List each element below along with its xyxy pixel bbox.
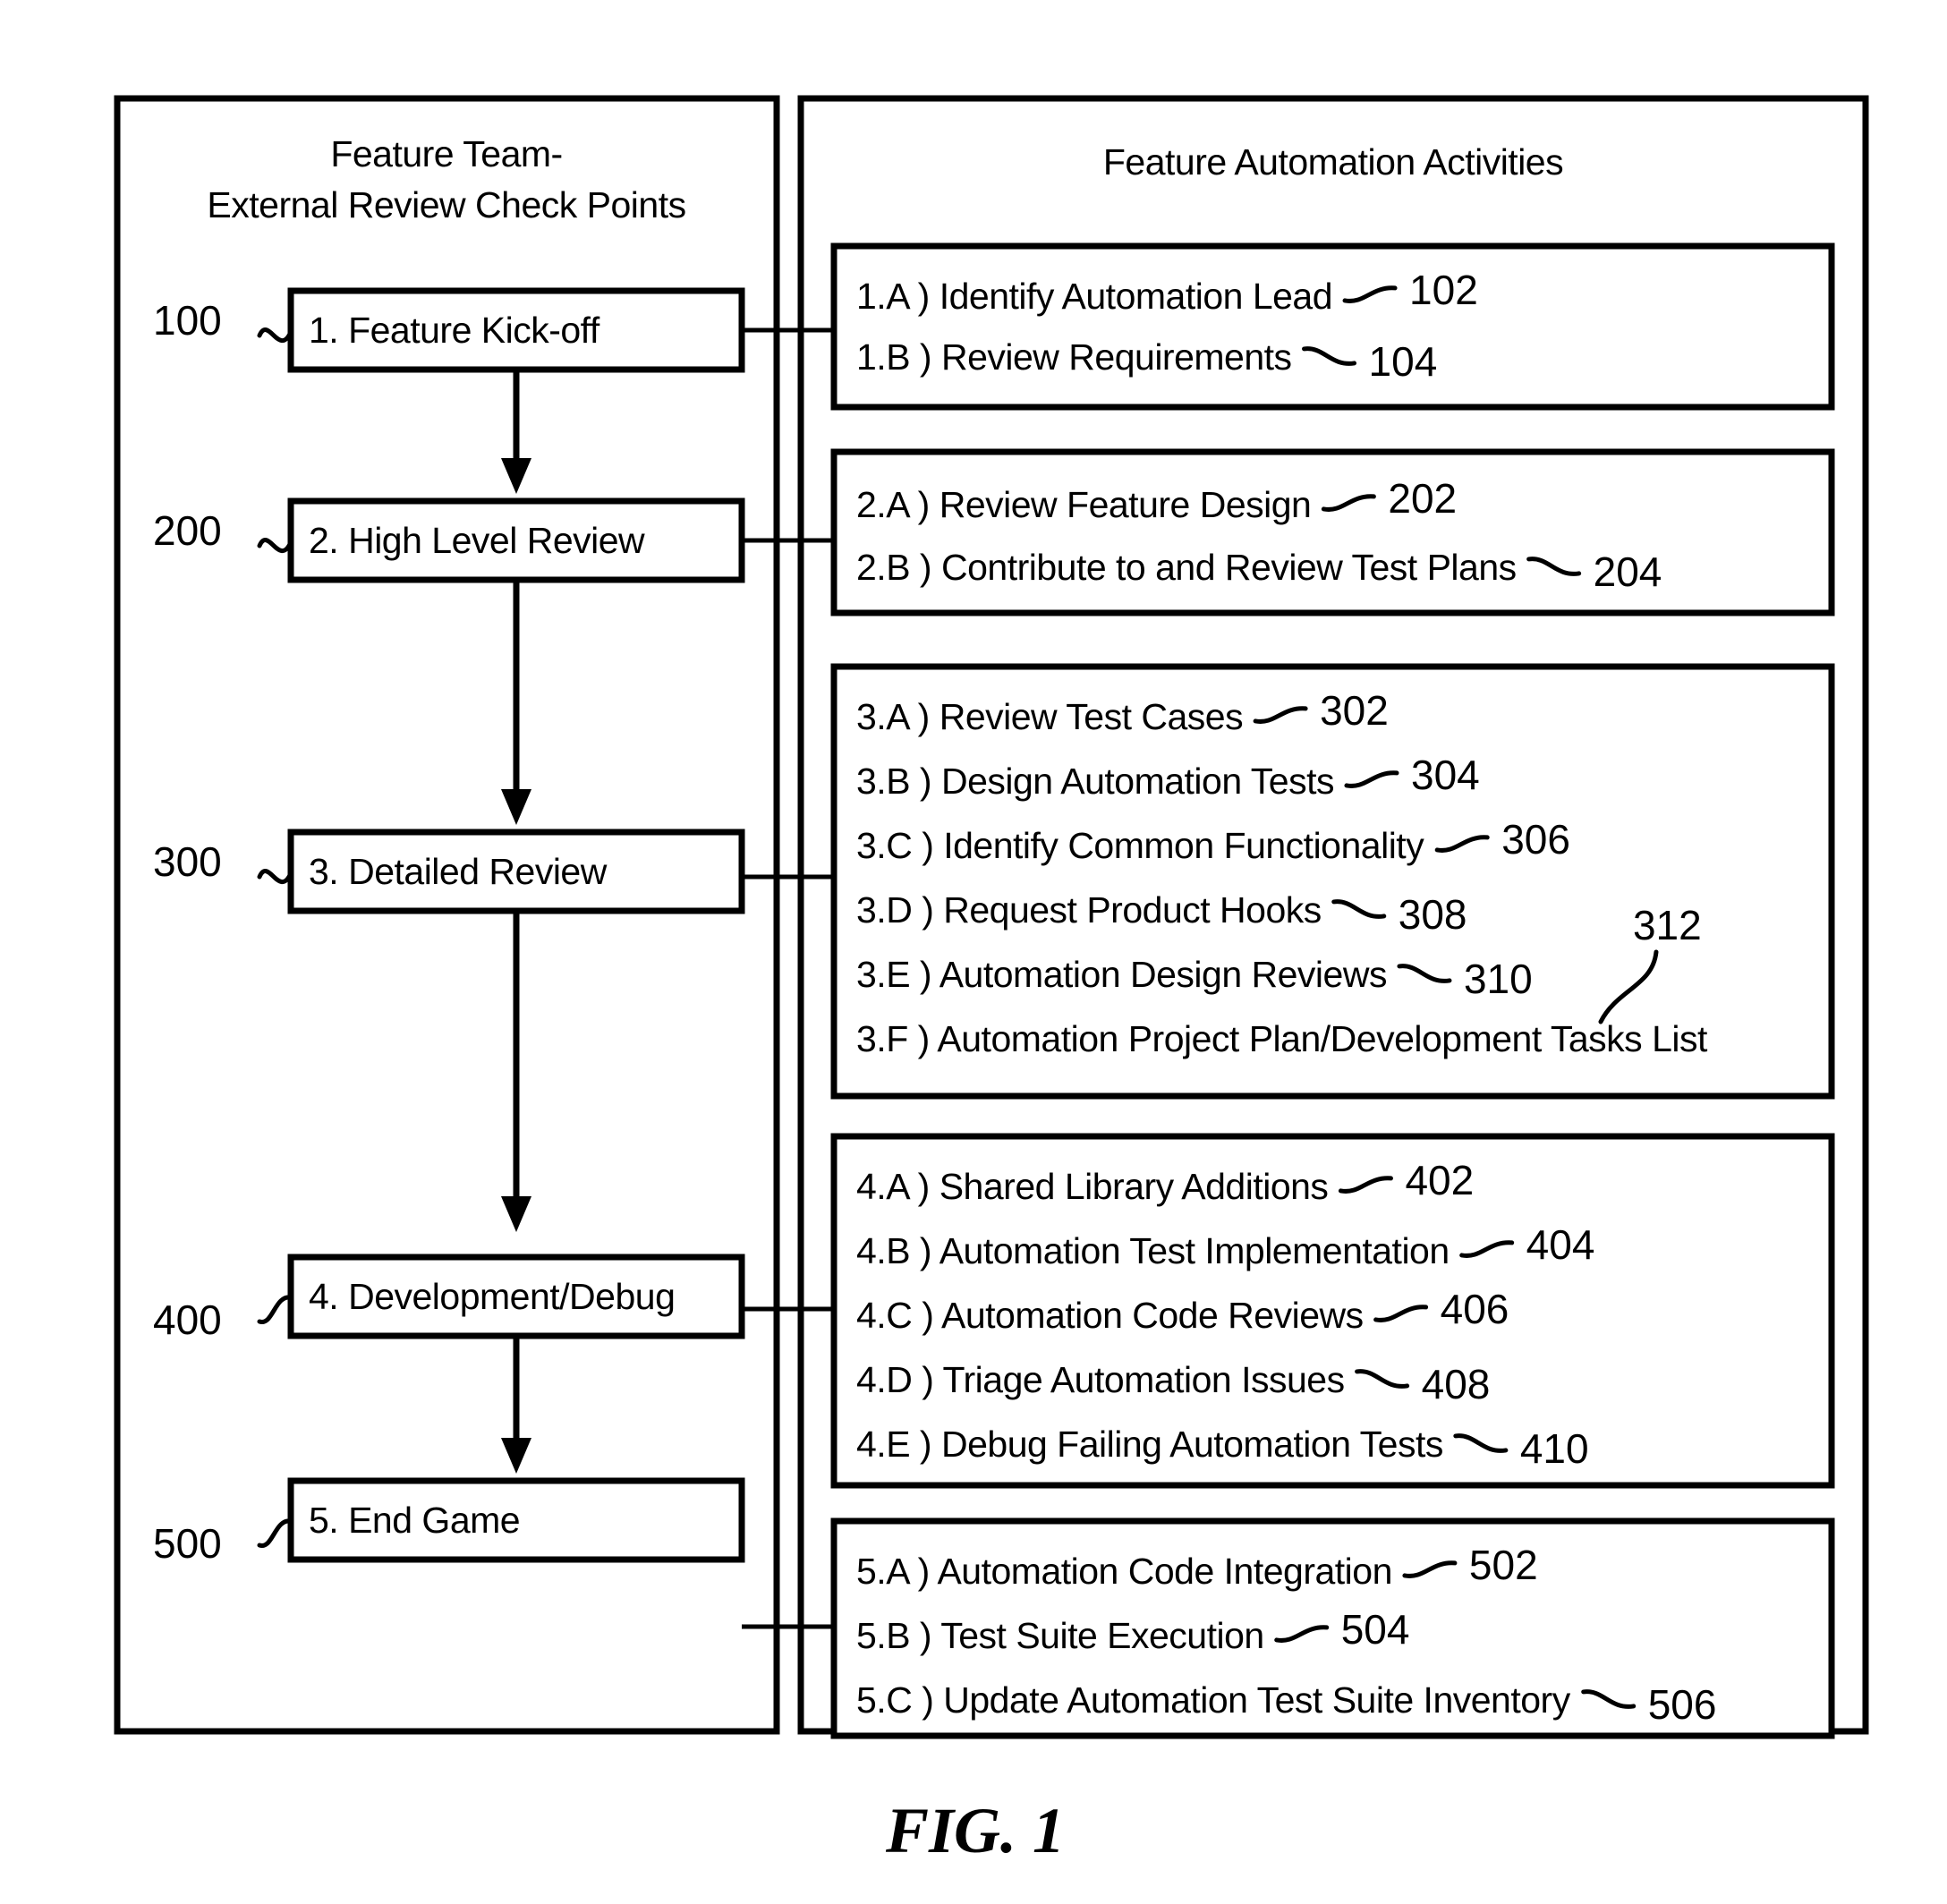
activity-ref-308: 308 bbox=[1399, 891, 1467, 938]
step-ref-500: 500 bbox=[153, 1520, 222, 1567]
activity-item-5C: 5.C ) Update Automation Test Suite Inven… bbox=[856, 1679, 1571, 1721]
figure-caption: FIG. 1 bbox=[885, 1795, 1065, 1866]
activity-ref-102: 102 bbox=[1409, 267, 1478, 313]
left-panel-title-line2: External Review Check Points bbox=[207, 184, 685, 225]
activity-item-2A: 2.A ) Review Feature Design bbox=[856, 484, 1311, 525]
step-label-2: 2. High Level Review bbox=[309, 520, 645, 561]
activity-item-5A: 5.A ) Automation Code Integration bbox=[856, 1551, 1392, 1592]
activity-ref-406: 406 bbox=[1441, 1286, 1509, 1332]
activity-ref-504: 504 bbox=[1341, 1606, 1410, 1653]
step-label-4: 4. Development/Debug bbox=[309, 1276, 675, 1317]
activity-item-4C: 4.C ) Automation Code Reviews bbox=[856, 1295, 1364, 1336]
activity-item-1B: 1.B ) Review Requirements bbox=[856, 336, 1292, 378]
activity-ref-404: 404 bbox=[1526, 1221, 1595, 1268]
activity-ref-506: 506 bbox=[1648, 1681, 1717, 1728]
figure-canvas: Feature Team- External Review Check Poin… bbox=[0, 0, 1947, 1904]
activity-ref-104: 104 bbox=[1369, 338, 1438, 385]
activity-item-5B: 5.B ) Test Suite Execution bbox=[856, 1615, 1264, 1656]
activity-ref-304: 304 bbox=[1411, 752, 1480, 798]
activity-ref-306: 306 bbox=[1501, 816, 1570, 863]
activity-ref-502: 502 bbox=[1469, 1542, 1538, 1588]
activity-item-3A: 3.A ) Review Test Cases bbox=[856, 696, 1243, 737]
activity-ref-204: 204 bbox=[1594, 548, 1662, 595]
step-ref-400: 400 bbox=[153, 1296, 222, 1343]
activity-ref-310: 310 bbox=[1464, 956, 1533, 1002]
left-panel-title-line1: Feature Team- bbox=[330, 133, 562, 174]
step-ref-200: 200 bbox=[153, 507, 222, 554]
activity-item-3E: 3.E ) Automation Design Reviews bbox=[856, 954, 1387, 995]
step-label-3: 3. Detailed Review bbox=[309, 851, 608, 892]
activity-ref-302: 302 bbox=[1320, 687, 1389, 734]
step-ref-100: 100 bbox=[153, 297, 222, 344]
activity-item-3F: 3.F ) Automation Project Plan/Developmen… bbox=[856, 1018, 1708, 1059]
activity-item-3B: 3.B ) Design Automation Tests bbox=[856, 761, 1334, 802]
activity-ref-312: 312 bbox=[1633, 902, 1702, 948]
activity-box-2[interactable] bbox=[830, 448, 1835, 616]
activity-ref-410: 410 bbox=[1520, 1425, 1589, 1472]
activity-item-4E: 4.E ) Debug Failing Automation Tests bbox=[856, 1424, 1443, 1465]
step-ref-300: 300 bbox=[153, 838, 222, 885]
activity-item-1A: 1.A ) Identify Automation Lead bbox=[856, 276, 1332, 317]
activity-item-3D: 3.D ) Request Product Hooks bbox=[856, 889, 1322, 931]
activity-item-2B: 2.B ) Contribute to and Review Test Plan… bbox=[856, 547, 1517, 588]
activity-item-3C: 3.C ) Identify Common Functionality bbox=[856, 825, 1424, 866]
activity-ref-202: 202 bbox=[1388, 475, 1457, 522]
step-label-5: 5. End Game bbox=[309, 1500, 520, 1541]
activity-ref-408: 408 bbox=[1422, 1361, 1491, 1407]
activity-item-4D: 4.D ) Triage Automation Issues bbox=[856, 1359, 1345, 1400]
right-panel-title: Feature Automation Activities bbox=[1103, 141, 1563, 183]
activity-box-1[interactable] bbox=[830, 242, 1835, 411]
activity-ref-402: 402 bbox=[1405, 1157, 1474, 1203]
patent-figure: Feature Team- External Review Check Poin… bbox=[0, 0, 1947, 1904]
activity-item-4B: 4.B ) Automation Test Implementation bbox=[856, 1230, 1450, 1271]
activity-item-4A: 4.A ) Shared Library Additions bbox=[856, 1166, 1328, 1207]
step-label-1: 1. Feature Kick-off bbox=[309, 310, 600, 351]
